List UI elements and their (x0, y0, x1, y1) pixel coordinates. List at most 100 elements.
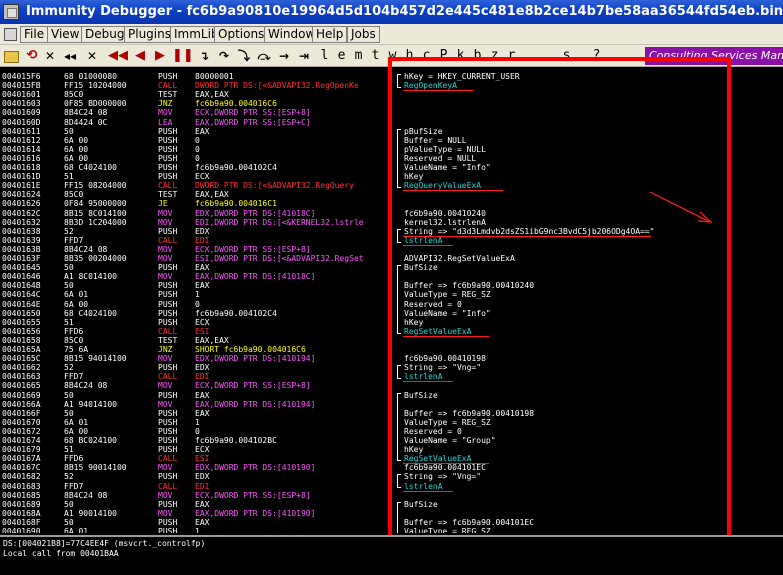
menu-plugins[interactable]: Plugins (124, 26, 175, 43)
pause-icon[interactable]: ❚❚ (172, 48, 194, 64)
disasm-row[interactable]: 0040164B 50 PUSH EAX (0, 281, 395, 290)
disasm-row[interactable]: 00401656 FFD6 CALL ESI (0, 327, 395, 336)
disasm-row[interactable]: 00401658 85C0 TEST EAX,EAX (0, 336, 395, 345)
toolbar-breakpoints-button[interactable]: b (471, 48, 484, 64)
disasm-row[interactable]: 0040167C 8B15 90014100 MOV EDX,DWORD PTR DS… (0, 463, 395, 472)
trace-into-icon[interactable]: ⤵ (236, 48, 252, 64)
disasm-row[interactable]: 00401616 6A 00 PUSH 0 (0, 154, 395, 163)
disasm-row[interactable]: 0040166F 50 PUSH EAX (0, 409, 395, 418)
disasm-row[interactable]: 00401609 8B4C24 08 MOV ECX,DWORD PTR SS:[ES… (0, 108, 395, 117)
open-folder-icon[interactable] (4, 51, 19, 63)
disasm-row[interactable]: 00401669 50 PUSH EAX (0, 391, 395, 400)
disasm-row[interactable]: 0040161D 51 PUSH ECX (0, 172, 395, 181)
disasm-row[interactable]: 00401672 6A 00 PUSH 0 (0, 427, 395, 436)
toolbar-patches-button[interactable]: P (437, 48, 450, 64)
back-icon[interactable]: ✕ (84, 48, 100, 64)
disasm-row[interactable]: 00401689 50 PUSH EAX (0, 500, 395, 509)
menu-debug[interactable]: Debug (81, 26, 129, 43)
disasm-row[interactable]: 00401650 68 C4024100 PUSH fc6b9a90.004102C4 (0, 309, 395, 318)
disasm-row[interactable]: 00401690 6A 01 PUSH 1 (0, 527, 395, 533)
disasm-operands: EAX (195, 390, 210, 400)
step-over-icon[interactable]: ↷ (216, 48, 232, 64)
toolbar-source-button[interactable]: s (560, 48, 573, 64)
restart-icon[interactable]: ⟲ (24, 48, 40, 64)
disasm-row[interactable]: 00401665 8B4C24 08 MOV ECX,DWORD PTR SS:[ES… (0, 381, 395, 390)
disasm-operands: 0 (195, 153, 200, 163)
menu-file[interactable]: File (20, 26, 49, 43)
disasm-row[interactable]: 0040165A 75 6A JNZ SHORT fc6b9a90.004016C6 (0, 345, 395, 354)
toolbar-references-button[interactable]: r (505, 48, 518, 64)
immunity-app-icon[interactable] (3, 4, 19, 20)
menu-help[interactable]: Help (312, 26, 348, 43)
disasm-row[interactable]: 004015F6 68 01000080 PUSH 80000001 (0, 72, 395, 81)
rewind-start-icon[interactable]: ◀◀ (108, 48, 128, 64)
disasm-row[interactable]: 00401655 51 PUSH ECX (0, 318, 395, 327)
disasm-row[interactable]: 0040166A A1 94014100 MOV EAX,DWORD PTR DS:[… (0, 400, 395, 409)
menu-jobs[interactable]: Jobs (347, 26, 380, 43)
info-pane[interactable]: DS:[004021B8]=77C4EE4F (msvcrt._controlf… (0, 535, 783, 575)
disasm-row[interactable]: 00401611 50 PUSH EAX (0, 127, 395, 136)
disasm-row[interactable]: 0040160D 8D4424 0C LEA EAX,DWORD PTR SS:[ES… (0, 118, 395, 127)
disasm-row[interactable]: 00401679 51 PUSH ECX (0, 445, 395, 454)
disasm-row[interactable]: 00401674 68 BC024100 PUSH fc6b9a90.004102BC (0, 436, 395, 445)
menu-view[interactable]: View (47, 26, 84, 43)
disasm-row[interactable]: 00401632 8B3D 1C204000 MOV EDI,DWORD PTR DS… (0, 218, 395, 227)
step-into-icon[interactable]: ↴ (196, 48, 212, 64)
menu-options[interactable]: Options (214, 26, 269, 43)
consulting-banner[interactable]: Consulting Services Manag (645, 47, 783, 65)
disasm-row[interactable]: 0040163F 8B35 00204000 MOV ESI,DWORD PTR DS… (0, 254, 395, 263)
disasm-row[interactable]: 0040162C 8B15 8C014100 MOV EDX,DWORD PTR DS… (0, 209, 395, 218)
disasm-row[interactable]: 00401646 A1 8C014100 MOV EAX,DWORD PTR DS:[… (0, 272, 395, 281)
disasm-row[interactable]: 0040168A A1 90014100 MOV EAX,DWORD PTR DS:[… (0, 509, 395, 518)
toolbar-callstack-button[interactable]: k (454, 48, 467, 64)
disasm-row[interactable]: 0040164E 6A 00 PUSH 0 (0, 300, 395, 309)
disasm-row[interactable]: 0040161E FF15 08204000 CALL DWORD PTR DS:[<… (0, 181, 395, 190)
toolbar-threads-button[interactable]: t (369, 48, 382, 64)
toolbar-executable-button[interactable]: e (335, 48, 348, 64)
toolbar-run-trace-button[interactable]: ... (524, 48, 547, 64)
rewind-icon[interactable]: ◂◂ (62, 48, 78, 64)
disasm-row[interactable]: 00401626 0F84 95000000 JE fc6b9a90.004016C1 (0, 199, 395, 208)
disasm-row[interactable]: 00401624 85C0 TEST EAX,EAX (0, 190, 395, 199)
back-step-icon[interactable]: ◀ (132, 48, 148, 64)
trace-over-icon[interactable]: ⤼ (256, 48, 272, 64)
toolbar-cpu-button[interactable]: c (420, 48, 433, 64)
disasm-row[interactable]: 0040165C 8B15 94014100 MOV EDX,DWORD PTR DS… (0, 354, 395, 363)
disasm-row[interactable]: 00401614 6A 00 PUSH 0 (0, 145, 395, 154)
child-window-system-icon[interactable] (4, 28, 17, 41)
cpu-disassembly-pane[interactable]: 004015F6 68 01000080 PUSH 80000001 004015FB F… (0, 67, 783, 533)
disasm-row[interactable]: 0040168F 50 PUSH EAX (0, 518, 395, 527)
goto-icon[interactable]: ⇥ (296, 48, 312, 64)
toolbar-memory-button[interactable]: m (352, 48, 365, 64)
disasm-row[interactable]: 004015FB FF15 10204000 CALL DWORD PTR DS:[<… (0, 81, 395, 90)
disasm-row[interactable]: 00401663 FFD7 CALL EDI (0, 372, 395, 381)
toolbar-log-button[interactable]: l (318, 48, 331, 64)
disasm-row[interactable]: 00401638 52 PUSH EDX (0, 227, 395, 236)
disasm-row[interactable]: 00401685 8B4C24 08 MOV ECX,DWORD PTR SS:[ES… (0, 491, 395, 500)
toolbar-hw-breakpoints-button[interactable]: z (488, 48, 501, 64)
toolbar-handles-button[interactable]: h (403, 48, 416, 64)
disasm-row[interactable]: 00401662 52 PUSH EDX (0, 363, 395, 372)
disasm-row[interactable]: 00401603 0F85 BD000000 JNZ fc6b9a90.004016C… (0, 99, 395, 108)
disasm-row[interactable]: 00401683 FFD7 CALL EDI (0, 482, 395, 491)
execute-till-return-icon[interactable]: → (276, 48, 292, 64)
disasm-row[interactable]: 00401645 50 PUSH EAX (0, 263, 395, 272)
disasm-row[interactable]: 0040167A FFD6 CALL ESI (0, 454, 395, 463)
toolbar-windows-button[interactable]: w (386, 48, 399, 64)
disasm-row[interactable]: 0040163B 8B4C24 08 MOV ECX,DWORD PTR SS:[ES… (0, 245, 395, 254)
disasm-row[interactable]: 00401618 68 C4024100 PUSH fc6b9a90.004102C4 (0, 163, 395, 172)
disasm-hexdump: 8B15 90014100 (64, 463, 127, 473)
disasm-row[interactable]: 00401601 85C0 TEST EAX,EAX (0, 90, 395, 99)
toolbar-help-button[interactable]: ? (590, 48, 603, 64)
disasm-address: 00401632 (2, 217, 41, 227)
disasm-row[interactable]: 00401612 6A 00 PUSH 0 (0, 136, 395, 145)
disasm-row[interactable]: 00401670 6A 01 PUSH 1 (0, 418, 395, 427)
disasm-row[interactable]: 0040164C 6A 01 PUSH 1 (0, 290, 395, 299)
disasm-row[interactable]: 00401639 FFD7 CALL EDI (0, 236, 395, 245)
title-bar[interactable]: Immunity Debugger - fc6b9a90810e19964d5d… (0, 0, 783, 24)
comment-text: Reserved = NULL (404, 153, 477, 163)
run-icon[interactable]: ▶ (152, 48, 168, 64)
disasm-row[interactable]: 00401682 52 PUSH EDX (0, 472, 395, 481)
disasm-operands: ESI,DWORD PTR DS:[<&ADVAPI32.RegSet (195, 254, 364, 263)
close-icon[interactable]: ✕ (42, 48, 58, 64)
